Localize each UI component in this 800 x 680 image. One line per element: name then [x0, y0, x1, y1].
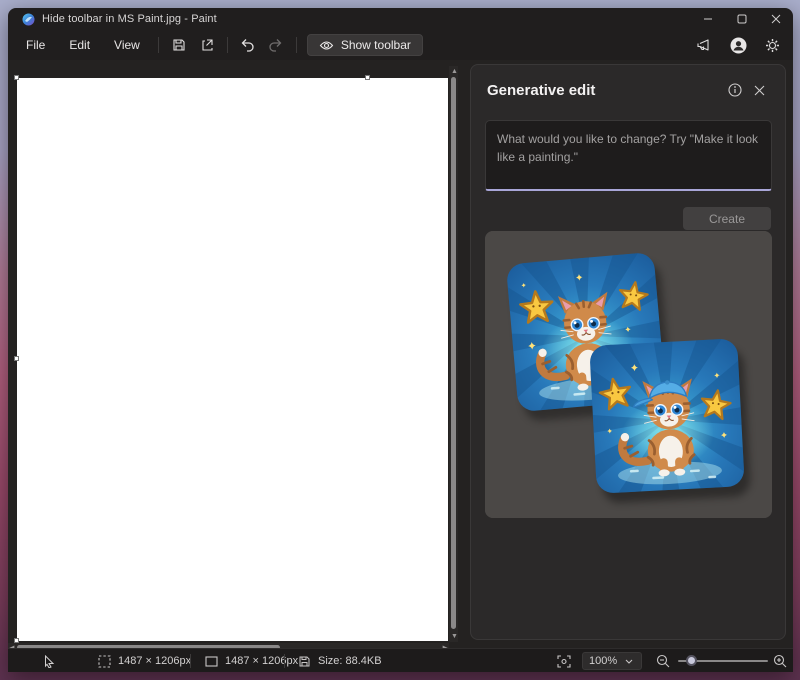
divider: [284, 654, 285, 668]
panel-title: Generative edit: [487, 82, 723, 99]
fit-to-screen-button[interactable]: [557, 649, 571, 672]
minimize-button[interactable]: [691, 8, 725, 30]
zoom-in-icon: [773, 654, 787, 668]
two-cat-sticker-cards-preview: [485, 231, 772, 518]
vertical-scroll-thumb[interactable]: [451, 77, 456, 629]
paint-canvas[interactable]: [17, 78, 448, 641]
caption-buttons: [691, 8, 793, 30]
close-icon: [754, 85, 765, 96]
menu-file[interactable]: File: [14, 33, 57, 57]
file-size-icon: [298, 655, 311, 668]
chevron-down-icon: [625, 659, 633, 664]
generated-preview-image[interactable]: [485, 231, 772, 518]
file-size-indicator: Size: 88.4KB: [298, 649, 382, 672]
canvas-size-icon: [205, 656, 218, 667]
divider: [190, 654, 191, 668]
close-icon: [771, 14, 781, 24]
zoom-level-dropdown[interactable]: 100%: [582, 652, 642, 670]
selection-handle-top[interactable]: [365, 75, 370, 80]
show-toolbar-button[interactable]: Show toolbar: [307, 34, 423, 56]
fit-screen-icon: [557, 655, 571, 668]
account-button[interactable]: [725, 33, 751, 57]
undo-icon: [240, 38, 255, 52]
close-button[interactable]: [759, 8, 793, 30]
titlebar: Hide toolbar in MS Paint.jpg - Paint: [8, 8, 793, 30]
panel-close-button[interactable]: [747, 78, 771, 102]
selection-handle-left[interactable]: [14, 356, 19, 361]
redo-button[interactable]: [262, 33, 290, 57]
create-button[interactable]: Create: [683, 207, 771, 230]
selection-size-indicator: 1487 × 1206px: [98, 649, 191, 672]
feedback-button[interactable]: [691, 33, 717, 57]
cursor-position-indicator: [44, 649, 55, 672]
window-title: Hide toolbar in MS Paint.jpg - Paint: [42, 13, 217, 25]
prompt-box: [485, 120, 771, 196]
divider: [158, 37, 159, 53]
eye-icon: [319, 40, 334, 51]
cursor-icon: [44, 655, 55, 668]
divider: [227, 37, 228, 53]
file-size-value: Size: 88.4KB: [318, 655, 382, 667]
account-icon: [730, 37, 747, 54]
scroll-down-arrow[interactable]: ▼: [451, 632, 458, 641]
prompt-input[interactable]: [485, 120, 772, 191]
redo-icon: [268, 38, 283, 52]
settings-button[interactable]: [759, 33, 785, 57]
selection-icon: [98, 655, 111, 668]
minimize-icon: [703, 14, 713, 24]
zoom-out-icon: [656, 654, 670, 668]
maximize-icon: [737, 14, 747, 24]
undo-button[interactable]: [234, 33, 262, 57]
menubar: File Edit View Show toolbar: [8, 30, 793, 60]
menu-edit[interactable]: Edit: [57, 33, 102, 57]
paint-app-icon: [22, 13, 35, 26]
share-icon: [200, 38, 214, 52]
save-icon: [172, 38, 186, 52]
zoom-in-button[interactable]: [773, 649, 787, 672]
menu-view[interactable]: View: [102, 33, 152, 57]
maximize-button[interactable]: [725, 8, 759, 30]
generative-edit-panel: Generative edit Create: [470, 64, 786, 640]
share-button[interactable]: [193, 33, 221, 57]
feedback-megaphone-icon: [696, 38, 712, 52]
statusbar: 1487 × 1206px 1487 × 1206px Size: 88.4KB…: [8, 648, 793, 672]
zoom-out-button[interactable]: [656, 649, 670, 672]
zoom-level-value: 100%: [589, 655, 617, 667]
info-button[interactable]: [723, 78, 747, 102]
vertical-scrollbar[interactable]: ▲ ▼: [449, 66, 458, 642]
panel-header: Generative edit: [471, 65, 785, 112]
scroll-up-arrow[interactable]: ▲: [451, 67, 458, 76]
settings-gear-icon: [765, 38, 780, 53]
selection-size-value: 1487 × 1206px: [118, 655, 191, 667]
save-button[interactable]: [165, 33, 193, 57]
divider: [296, 37, 297, 53]
paint-window: Hide toolbar in MS Paint.jpg - Paint Fil…: [8, 8, 793, 672]
show-toolbar-label: Show toolbar: [341, 38, 411, 52]
menubar-right: [691, 30, 785, 60]
canvas-size-value: 1487 × 1206px: [225, 655, 298, 667]
zoom-slider-thumb[interactable]: [686, 655, 697, 666]
selection-handle-top-left[interactable]: [14, 75, 19, 80]
info-icon: [728, 83, 742, 97]
